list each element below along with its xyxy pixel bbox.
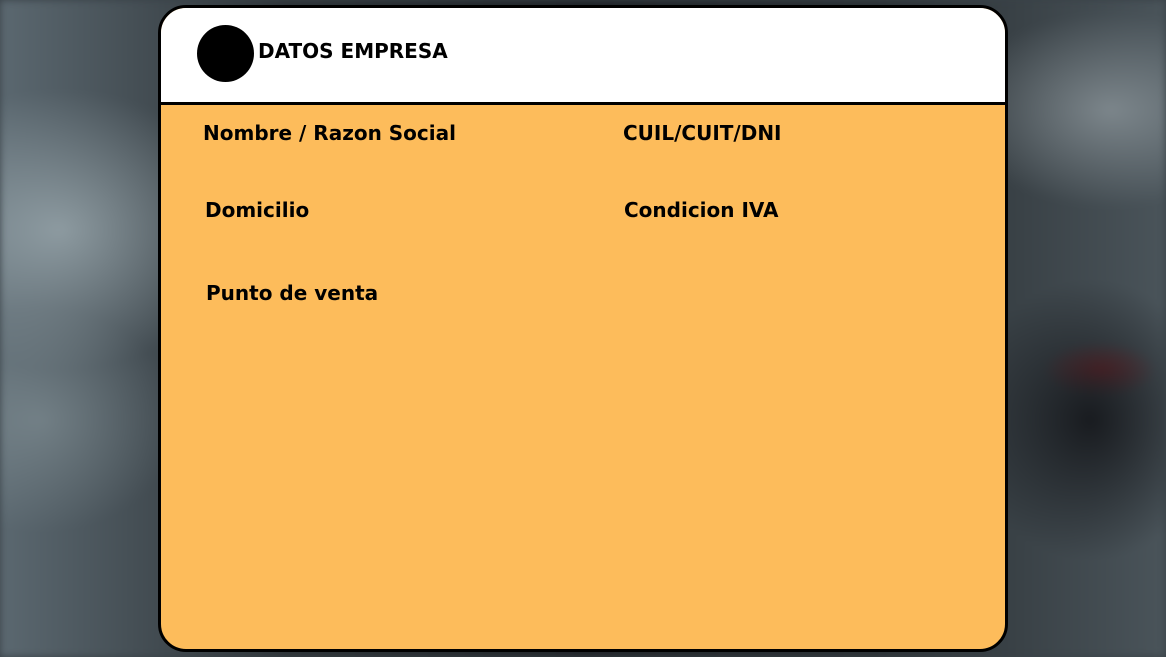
avatar-circle [197, 25, 254, 82]
card-title: DATOS EMPRESA [258, 39, 448, 63]
domicilio-label: Domicilio [205, 198, 310, 222]
company-data-card: DATOS EMPRESA Nombre / Razon Social CUIL… [158, 5, 1008, 652]
cuil-cuit-dni-label: CUIL/CUIT/DNI [623, 121, 782, 145]
card-header: DATOS EMPRESA [161, 8, 1005, 105]
nombre-razon-social-label: Nombre / Razon Social [203, 121, 456, 145]
condicion-iva-label: Condicion IVA [624, 198, 779, 222]
punto-de-venta-label: Punto de venta [206, 281, 379, 305]
